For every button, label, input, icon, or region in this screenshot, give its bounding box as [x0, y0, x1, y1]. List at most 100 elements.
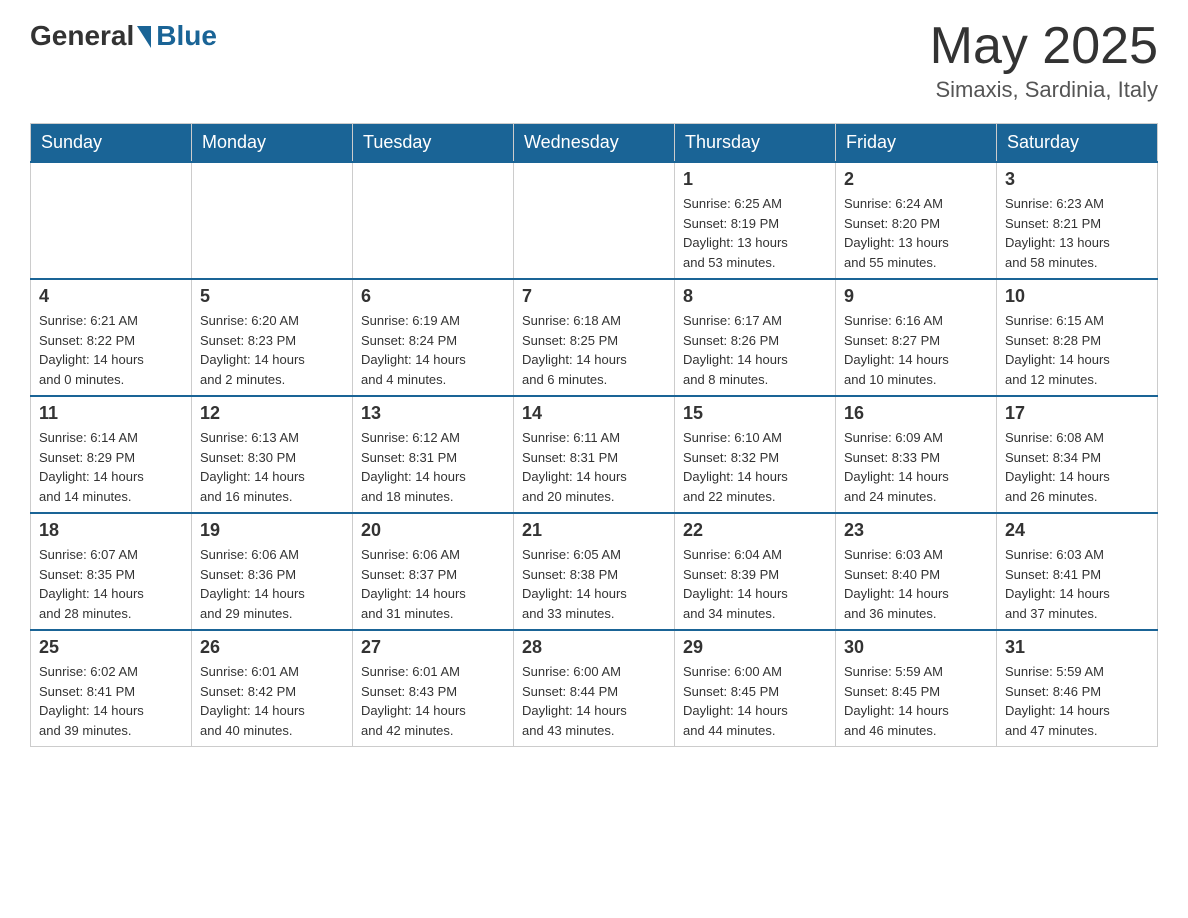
calendar-cell: 9 Sunrise: 6:16 AM Sunset: 8:27 PM Daylig… — [836, 279, 997, 396]
day-info: Sunrise: 6:12 AM Sunset: 8:31 PM Dayligh… — [361, 428, 505, 506]
day-info: Sunrise: 6:03 AM Sunset: 8:41 PM Dayligh… — [1005, 545, 1149, 623]
calendar-cell — [514, 162, 675, 279]
calendar-cell: 11 Sunrise: 6:14 AM Sunset: 8:29 PM Dayli… — [31, 396, 192, 513]
day-info: Sunrise: 6:21 AM Sunset: 8:22 PM Dayligh… — [39, 311, 183, 389]
day-info: Sunrise: 6:09 AM Sunset: 8:33 PM Dayligh… — [844, 428, 988, 506]
day-info: Sunrise: 6:25 AM Sunset: 8:19 PM Dayligh… — [683, 194, 827, 272]
calendar-cell: 7 Sunrise: 6:18 AM Sunset: 8:25 PM Daylig… — [514, 279, 675, 396]
day-info: Sunrise: 6:01 AM Sunset: 8:43 PM Dayligh… — [361, 662, 505, 740]
day-number: 7 — [522, 286, 666, 307]
day-info: Sunrise: 6:10 AM Sunset: 8:32 PM Dayligh… — [683, 428, 827, 506]
day-number: 4 — [39, 286, 183, 307]
calendar-cell: 16 Sunrise: 6:09 AM Sunset: 8:33 PM Dayli… — [836, 396, 997, 513]
day-info: Sunrise: 6:17 AM Sunset: 8:26 PM Dayligh… — [683, 311, 827, 389]
month-year-title: May 2025 — [930, 20, 1158, 72]
calendar-week-row: 11 Sunrise: 6:14 AM Sunset: 8:29 PM Dayli… — [31, 396, 1158, 513]
day-number: 20 — [361, 520, 505, 541]
day-info: Sunrise: 6:11 AM Sunset: 8:31 PM Dayligh… — [522, 428, 666, 506]
day-info: Sunrise: 6:06 AM Sunset: 8:36 PM Dayligh… — [200, 545, 344, 623]
calendar-cell: 13 Sunrise: 6:12 AM Sunset: 8:31 PM Dayli… — [353, 396, 514, 513]
calendar-cell: 19 Sunrise: 6:06 AM Sunset: 8:36 PM Dayli… — [192, 513, 353, 630]
day-number: 6 — [361, 286, 505, 307]
day-info: Sunrise: 6:00 AM Sunset: 8:44 PM Dayligh… — [522, 662, 666, 740]
calendar-cell: 27 Sunrise: 6:01 AM Sunset: 8:43 PM Dayli… — [353, 630, 514, 747]
day-number: 10 — [1005, 286, 1149, 307]
day-number: 23 — [844, 520, 988, 541]
day-info: Sunrise: 6:13 AM Sunset: 8:30 PM Dayligh… — [200, 428, 344, 506]
calendar-cell: 17Sunrise: 6:08 AM Sunset: 8:34 PM Dayli… — [997, 396, 1158, 513]
day-of-week-header: Tuesday — [353, 124, 514, 163]
day-info: Sunrise: 6:07 AM Sunset: 8:35 PM Dayligh… — [39, 545, 183, 623]
day-number: 25 — [39, 637, 183, 658]
day-number: 27 — [361, 637, 505, 658]
page-header: General Blue May 2025 Simaxis, Sardinia,… — [30, 20, 1158, 103]
day-number: 2 — [844, 169, 988, 190]
calendar-cell: 24 Sunrise: 6:03 AM Sunset: 8:41 PM Dayli… — [997, 513, 1158, 630]
calendar-cell: 1 Sunrise: 6:25 AM Sunset: 8:19 PM Daylig… — [675, 162, 836, 279]
calendar-cell — [192, 162, 353, 279]
day-number: 14 — [522, 403, 666, 424]
calendar-cell: 5 Sunrise: 6:20 AM Sunset: 8:23 PM Daylig… — [192, 279, 353, 396]
day-number: 12 — [200, 403, 344, 424]
day-number: 5 — [200, 286, 344, 307]
calendar-cell: 18Sunrise: 6:07 AM Sunset: 8:35 PM Dayli… — [31, 513, 192, 630]
calendar-cell: 22 Sunrise: 6:04 AM Sunset: 8:39 PM Dayli… — [675, 513, 836, 630]
calendar-cell: 14 Sunrise: 6:11 AM Sunset: 8:31 PM Dayli… — [514, 396, 675, 513]
day-info: Sunrise: 5:59 AM Sunset: 8:46 PM Dayligh… — [1005, 662, 1149, 740]
calendar-cell: 25 Sunrise: 6:02 AM Sunset: 8:41 PM Dayli… — [31, 630, 192, 747]
day-info: Sunrise: 6:20 AM Sunset: 8:23 PM Dayligh… — [200, 311, 344, 389]
day-number: 19 — [200, 520, 344, 541]
calendar-cell: 6 Sunrise: 6:19 AM Sunset: 8:24 PM Daylig… — [353, 279, 514, 396]
calendar-cell — [353, 162, 514, 279]
calendar-cell: 3Sunrise: 6:23 AM Sunset: 8:21 PM Daylig… — [997, 162, 1158, 279]
day-info: Sunrise: 6:06 AM Sunset: 8:37 PM Dayligh… — [361, 545, 505, 623]
day-number: 30 — [844, 637, 988, 658]
day-number: 1 — [683, 169, 827, 190]
day-info: Sunrise: 6:05 AM Sunset: 8:38 PM Dayligh… — [522, 545, 666, 623]
logo-general-text: General — [30, 20, 134, 52]
calendar-cell: 21 Sunrise: 6:05 AM Sunset: 8:38 PM Dayli… — [514, 513, 675, 630]
day-number: 21 — [522, 520, 666, 541]
day-number: 26 — [200, 637, 344, 658]
day-info: Sunrise: 6:03 AM Sunset: 8:40 PM Dayligh… — [844, 545, 988, 623]
day-info: Sunrise: 6:15 AM Sunset: 8:28 PM Dayligh… — [1005, 311, 1149, 389]
day-info: Sunrise: 6:16 AM Sunset: 8:27 PM Dayligh… — [844, 311, 988, 389]
day-of-week-header: Monday — [192, 124, 353, 163]
day-of-week-header: Friday — [836, 124, 997, 163]
calendar-week-row: 1 Sunrise: 6:25 AM Sunset: 8:19 PM Daylig… — [31, 162, 1158, 279]
day-number: 3 — [1005, 169, 1149, 190]
calendar-week-row: 18Sunrise: 6:07 AM Sunset: 8:35 PM Dayli… — [31, 513, 1158, 630]
day-number: 22 — [683, 520, 827, 541]
logo-triangle-icon — [137, 26, 151, 48]
calendar-cell: 31 Sunrise: 5:59 AM Sunset: 8:46 PM Dayli… — [997, 630, 1158, 747]
day-number: 16 — [844, 403, 988, 424]
day-info: Sunrise: 6:19 AM Sunset: 8:24 PM Dayligh… — [361, 311, 505, 389]
day-number: 24 — [1005, 520, 1149, 541]
location-subtitle: Simaxis, Sardinia, Italy — [930, 77, 1158, 103]
day-info: Sunrise: 6:02 AM Sunset: 8:41 PM Dayligh… — [39, 662, 183, 740]
day-number: 28 — [522, 637, 666, 658]
day-info: Sunrise: 6:04 AM Sunset: 8:39 PM Dayligh… — [683, 545, 827, 623]
calendar-table: SundayMondayTuesdayWednesdayThursdayFrid… — [30, 123, 1158, 747]
day-number: 9 — [844, 286, 988, 307]
calendar-cell: 23 Sunrise: 6:03 AM Sunset: 8:40 PM Dayli… — [836, 513, 997, 630]
title-section: May 2025 Simaxis, Sardinia, Italy — [930, 20, 1158, 103]
day-of-week-header: Thursday — [675, 124, 836, 163]
calendar-cell: 26Sunrise: 6:01 AM Sunset: 8:42 PM Dayli… — [192, 630, 353, 747]
day-info: Sunrise: 6:08 AM Sunset: 8:34 PM Dayligh… — [1005, 428, 1149, 506]
calendar-cell: 10 Sunrise: 6:15 AM Sunset: 8:28 PM Dayli… — [997, 279, 1158, 396]
day-number: 11 — [39, 403, 183, 424]
day-of-week-header: Wednesday — [514, 124, 675, 163]
calendar-cell: 30Sunrise: 5:59 AM Sunset: 8:45 PM Dayli… — [836, 630, 997, 747]
day-of-week-header: Sunday — [31, 124, 192, 163]
day-number: 31 — [1005, 637, 1149, 658]
day-number: 15 — [683, 403, 827, 424]
day-info: Sunrise: 6:00 AM Sunset: 8:45 PM Dayligh… — [683, 662, 827, 740]
calendar-cell: 29Sunrise: 6:00 AM Sunset: 8:45 PM Dayli… — [675, 630, 836, 747]
day-of-week-header: Saturday — [997, 124, 1158, 163]
calendar-week-row: 25 Sunrise: 6:02 AM Sunset: 8:41 PM Dayli… — [31, 630, 1158, 747]
calendar-cell: 15 Sunrise: 6:10 AM Sunset: 8:32 PM Dayli… — [675, 396, 836, 513]
day-number: 13 — [361, 403, 505, 424]
day-info: Sunrise: 6:14 AM Sunset: 8:29 PM Dayligh… — [39, 428, 183, 506]
day-info: Sunrise: 6:18 AM Sunset: 8:25 PM Dayligh… — [522, 311, 666, 389]
